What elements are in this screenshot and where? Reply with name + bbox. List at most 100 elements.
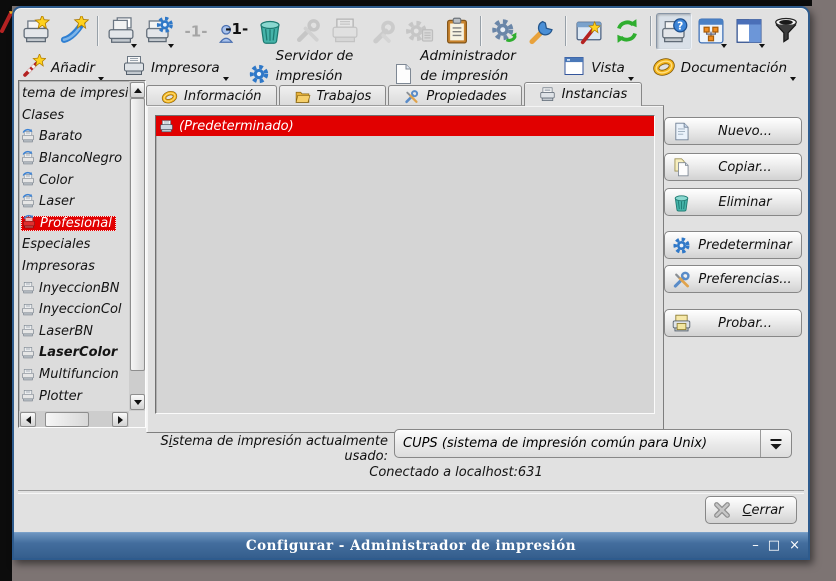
printer-settings-icon	[143, 16, 173, 46]
dropdown-caret-icon	[168, 44, 174, 48]
sidebar-item-barato[interactable]: Barato	[21, 126, 128, 148]
sidebar-item-clases[interactable]: Clases	[21, 105, 128, 127]
right-arrow-icon	[118, 416, 123, 424]
toolbar-button-filter[interactable]	[768, 13, 804, 50]
sidebar-item-label: Clases	[22, 108, 64, 123]
printer-class-icon	[21, 130, 37, 144]
action-button-preferencias[interactable]: Preferencias...	[664, 265, 802, 293]
instance-row-predeterminado[interactable]: (Predeterminado)	[156, 116, 654, 136]
window-titlebar[interactable]: Configurar - Administrador de impresión …	[14, 532, 808, 558]
tab-propiedades[interactable]: Propiedades	[388, 85, 521, 106]
maximize-button[interactable]: □	[768, 539, 780, 552]
sidebar-item-blanconegro[interactable]: BlancoNegro	[21, 148, 128, 170]
sidebar-item-inyeccioncol[interactable]: InyeccionCol	[21, 299, 128, 321]
toolbar-button-refresh[interactable]	[608, 13, 644, 50]
menu-label: Documentación	[681, 58, 787, 78]
server-tools-icon	[527, 16, 557, 46]
svg-text:?: ?	[677, 19, 683, 32]
menu-anadir[interactable]: Añadir	[22, 53, 112, 80]
new-document-icon	[671, 121, 692, 142]
tree-view-icon	[696, 16, 726, 46]
scroll-left-button[interactable]	[20, 412, 36, 427]
toolbar-button-print-documents[interactable]	[103, 13, 139, 50]
printer-icon	[21, 303, 37, 317]
close-button[interactable]: ×	[789, 539, 800, 552]
sidebar-item-plotter[interactable]: Plotter	[21, 385, 128, 407]
button-label: Probar...	[695, 316, 795, 331]
printer-class-icon	[21, 195, 37, 209]
menu-caret-icon	[628, 77, 634, 81]
combobox-dropdown-button[interactable]	[760, 430, 791, 457]
test-printer-icon	[330, 16, 360, 46]
toolbar-button-add-printer-wizard[interactable]	[18, 13, 54, 50]
menu-impresora[interactable]: Impresora	[122, 53, 237, 80]
sidebar-item-label: InyeccionCol	[39, 302, 122, 317]
scroll-down-button[interactable]	[130, 394, 145, 410]
vertical-scroll-thumb[interactable]	[130, 98, 145, 371]
button-label: Eliminar	[695, 195, 795, 210]
action-button-predeterminar[interactable]: Predeterminar	[664, 231, 802, 259]
sidebar-item-impresoras[interactable]: Impresoras	[21, 256, 128, 278]
menu-caret-icon	[223, 77, 229, 81]
sidebar-horizontal-scrollbar[interactable]	[19, 411, 129, 427]
sidebar-item-color[interactable]: Color	[21, 169, 128, 191]
action-button-probar[interactable]: Probar...	[664, 309, 802, 337]
svg-text:-1-: -1-	[184, 23, 207, 41]
horizontal-scroll-thumb[interactable]	[45, 412, 89, 427]
add-special-printer-icon	[59, 16, 89, 46]
toolbar-button-add-special-printer[interactable]	[55, 13, 91, 50]
trash-icon	[671, 192, 692, 213]
combo-arrow-icon	[768, 437, 784, 451]
tab-label: Instancias	[562, 87, 628, 102]
printer-class-icon	[21, 152, 37, 166]
sidebar-item-label: LaserBN	[39, 324, 93, 339]
sidebar-vertical-scrollbar[interactable]	[129, 81, 145, 411]
sidebar-item-lasercolor[interactable]: LaserColor	[21, 342, 128, 364]
configure-server-icon	[489, 16, 519, 46]
action-button-copiar[interactable]: Copiar...	[664, 153, 802, 181]
close-dialog-button[interactable]: Cerrar	[705, 496, 797, 524]
toolbar-button-wizard-image[interactable]	[571, 13, 607, 50]
toolbar-button-printer-info[interactable]: ?	[656, 13, 692, 50]
sidebar-item-label: Plotter	[39, 389, 82, 404]
sidebar-item-profesional[interactable]: Profesional	[21, 213, 128, 235]
sidebar-item-label: Barato	[39, 129, 82, 144]
up-arrow-icon	[134, 88, 142, 93]
instances-list[interactable]: (Predeterminado)	[155, 115, 655, 414]
menu-label: Añadir	[51, 58, 95, 78]
remove-printer-icon	[255, 16, 285, 46]
sidebar-item-laser[interactable]: Laser	[21, 191, 128, 213]
toolbar-button-column-view[interactable]	[730, 13, 766, 50]
tab-instancias[interactable]: Instancias	[524, 82, 643, 106]
sidebar-item-multifuncion[interactable]: Multifuncion	[21, 364, 128, 386]
sidebar-item-inyeccionbn[interactable]: InyeccionBN	[21, 277, 128, 299]
menu-label: Servidor de impresión	[276, 46, 365, 86]
sidebar-item-laserbn[interactable]: LaserBN	[21, 321, 128, 343]
toolbar-separator	[565, 16, 566, 46]
action-button-eliminar[interactable]: Eliminar	[664, 188, 802, 216]
menu-documentacion[interactable]: Documentación	[652, 53, 804, 80]
menu-label: Administrador de impresión	[420, 46, 535, 86]
printer-tree[interactable]: tema de impresión Clases Barato BlancoNeg…	[18, 80, 146, 428]
close-button-label: Cerrar	[736, 503, 790, 518]
sidebar-item-label: BlancoNegro	[39, 151, 122, 166]
scroll-right-button[interactable]	[112, 412, 128, 427]
tools-icon	[403, 88, 420, 105]
toolbar-button-tree-view[interactable]	[693, 13, 729, 50]
printer-icon	[21, 346, 37, 360]
window-title: Configurar - Administrador de impresión	[14, 538, 808, 554]
menu-vista[interactable]: Vista	[562, 53, 642, 80]
scroll-up-button[interactable]	[130, 82, 145, 98]
action-button-nuevo[interactable]: Nuevo...	[664, 117, 802, 145]
print-test-icon	[671, 313, 692, 334]
sidebar-item-tema-de-impresion[interactable]: tema de impresión	[21, 83, 128, 105]
tab-informacion[interactable]: Información	[146, 85, 277, 106]
sidebar-item-label: Color	[39, 173, 73, 188]
minimize-button[interactable]: –	[752, 539, 759, 552]
toolbar-button-printer-settings[interactable]	[140, 13, 176, 50]
toolbar-button-remove-instance: -1-	[177, 13, 213, 50]
sidebar-item-especiales[interactable]: Especiales	[21, 234, 128, 256]
sidebar-item-label: InyeccionBN	[39, 281, 120, 296]
tab-trabajos[interactable]: Trabajos	[279, 85, 387, 106]
print-system-combobox[interactable]: CUPS (sistema de impresión común para Un…	[394, 429, 792, 458]
